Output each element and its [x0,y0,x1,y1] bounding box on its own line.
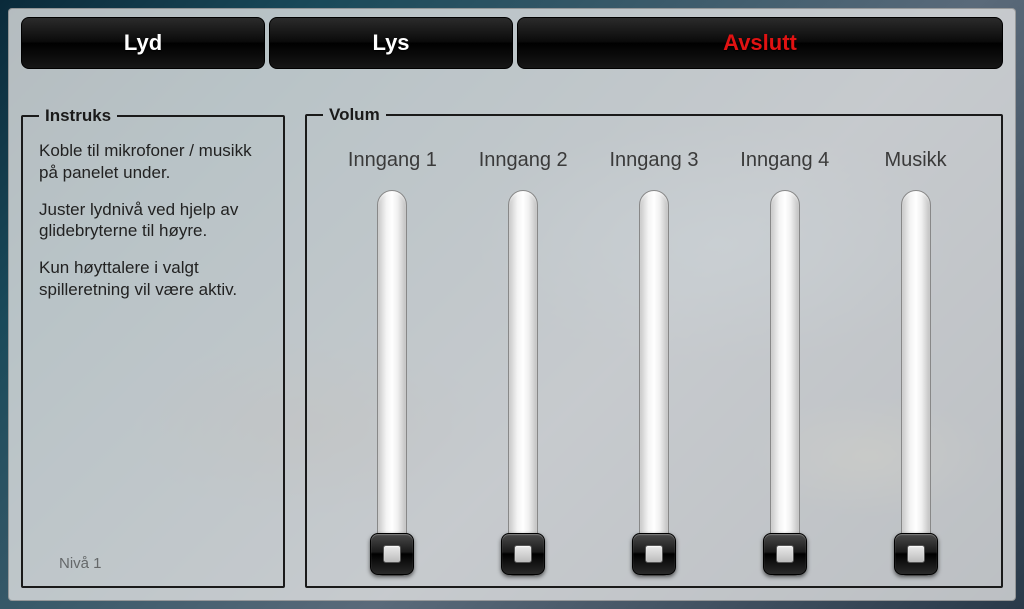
slider-thumb-input-3[interactable] [632,533,676,575]
tab-sound[interactable]: Lyd [21,17,265,69]
slider-col-input-4: Inngang 4 [725,149,845,576]
slider-thumb-input-1[interactable] [370,533,414,575]
volume-legend: Volum [323,105,386,125]
level-label: Nivå 1 [39,555,267,576]
slider-label: Musikk [884,149,946,172]
slider-col-input-2: Inngang 2 [463,149,583,576]
tab-bar: Lyd Lys Avslutt [21,17,1003,69]
slider-track-input-4[interactable] [770,190,800,576]
content-area: Instruks Koble til mikrofoner / musikk p… [21,105,1003,588]
slider-track-input-3[interactable] [639,190,669,576]
slider-col-input-1: Inngang 1 [332,149,452,576]
slider-col-music: Musikk [856,149,976,576]
instructions-line-2: Juster lydnivå ved hjelp av glidebrytern… [39,199,267,242]
tab-exit[interactable]: Avslutt [517,17,1003,69]
slider-thumb-music[interactable] [894,533,938,575]
slider-thumb-input-2[interactable] [501,533,545,575]
slider-track-input-1[interactable] [377,190,407,576]
slider-label: Inngang 2 [479,149,568,172]
instructions-legend: Instruks [39,105,117,126]
slider-label: Inngang 3 [609,149,698,172]
volume-box: Volum Inngang 1 Inngang 2 Inngang 3 [305,105,1003,588]
instructions-box: Instruks Koble til mikrofoner / musikk p… [21,105,285,588]
slider-thumb-input-4[interactable] [763,533,807,575]
slider-label: Inngang 1 [348,149,437,172]
slider-col-input-3: Inngang 3 [594,149,714,576]
main-panel: Lyd Lys Avslutt Instruks Koble til mikro… [8,8,1016,601]
slider-label: Inngang 4 [740,149,829,172]
slider-track-music[interactable] [901,190,931,576]
instructions-line-3: Kun høyttalere i valgt spilleretning vil… [39,257,267,300]
slider-track-input-2[interactable] [508,190,538,576]
slider-row: Inngang 1 Inngang 2 Inngang 3 [323,139,985,576]
instructions-line-1: Koble til mikrofoner / musikk på panelet… [39,140,267,183]
tab-light[interactable]: Lys [269,17,513,69]
